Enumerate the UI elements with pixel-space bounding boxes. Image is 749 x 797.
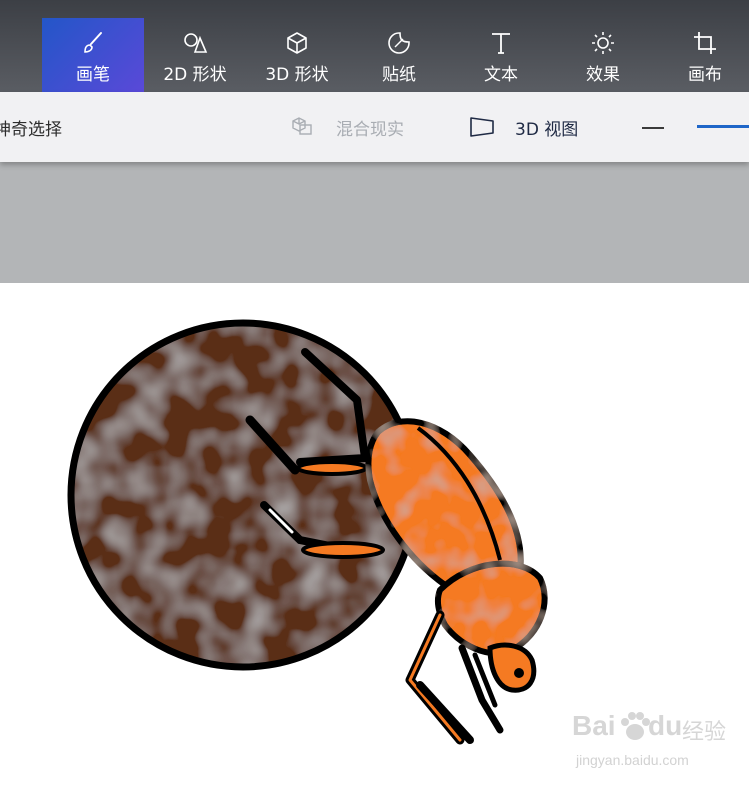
tool-2d-shapes[interactable]: 2D 形状 [144,18,246,92]
tool-canvas[interactable]: 画布 [654,18,749,92]
cube-3d-icon [287,32,307,54]
mixed-reality-icon [292,117,312,135]
sun-effects-icon [592,32,614,54]
text-t-icon [492,33,510,54]
watermark-url: jingyan.baidu.com [576,752,689,768]
tool-3d-shapes[interactable]: 3D 形状 [246,18,348,92]
tool-label: 2D 形状 [163,65,227,85]
sub-toolbar: 神奇选择 混合现实 3D 视图 [0,92,749,162]
tool-stickers[interactable]: 贴纸 [348,18,450,92]
tool-text[interactable]: 文本 [450,18,552,92]
shapes-2d-icon [184,33,208,53]
sticker-icon [388,32,410,54]
zoom-out-button[interactable] [642,127,664,129]
brush-icon [84,32,102,53]
tool-effects[interactable]: 效果 [552,18,654,92]
tool-label: 文本 [484,65,518,85]
view-3d-icon [470,117,494,137]
tool-label: 效果 [586,65,620,85]
tool-brushes[interactable]: 画笔 [42,18,144,92]
drawing-canvas[interactable]: Bai du 经验 jingyan.baidu.com [0,283,749,793]
watermark-brand-du: du [648,710,683,741]
watermark-brand-cn: 经验 [682,720,727,745]
paw-icon [621,712,650,740]
mixed-reality-button[interactable]: 混合现实 [290,92,404,162]
tool-label: 画笔 [76,65,110,85]
view-3d-label: 3D 视图 [515,119,579,140]
tool-label: 画布 [688,65,722,85]
main-toolbar: 画笔 2D 形状 3D 形状 贴纸 文本 效果 画布 [0,0,749,92]
canvas-crop-icon [694,32,716,54]
workspace-background [0,162,749,283]
zoom-slider[interactable] [697,125,749,128]
tool-label: 3D 形状 [265,65,329,85]
watermark-brand-latin: Bai [572,710,616,741]
view-3d-button[interactable]: 3D 视图 [469,92,578,162]
tool-label: 贴纸 [382,65,416,85]
magic-select-button[interactable]: 神奇选择 [0,92,62,162]
magic-select-label: 神奇选择 [0,119,62,140]
mixed-reality-label: 混合现实 [336,119,404,140]
baidu-watermark: Bai du 经验 jingyan.baidu.com [560,708,730,778]
